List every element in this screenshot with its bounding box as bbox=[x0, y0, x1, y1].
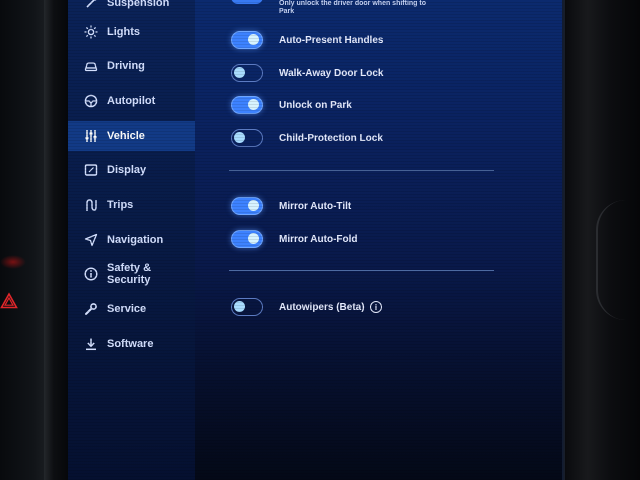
setting-label: Walk-Away Door Lock bbox=[279, 67, 384, 79]
sidebar-item-label-line1: Safety & bbox=[107, 262, 152, 274]
vehicle-settings-panel: Only unlock the driver door when shiftin… bbox=[195, 0, 562, 480]
route-icon bbox=[83, 197, 99, 213]
sliders-icon bbox=[83, 128, 99, 144]
sidebar-item-label: Driving bbox=[107, 60, 145, 72]
hazard-icon[interactable] bbox=[0, 292, 18, 310]
sidebar-item-label-line2: Security bbox=[107, 274, 151, 286]
sidebar-item-navigation[interactable]: Navigation bbox=[68, 225, 195, 255]
sidebar-item-display[interactable]: Display bbox=[68, 155, 195, 185]
setting-label: Unlock on Park bbox=[279, 99, 352, 111]
info-icon[interactable]: i bbox=[370, 301, 382, 313]
settings-sidebar: Suspension Lights Driving Autopilot Vehi bbox=[68, 0, 195, 480]
red-indicator-glow bbox=[0, 255, 26, 269]
sidebar-item-label: Safety & Security bbox=[107, 262, 151, 286]
display-icon bbox=[83, 162, 99, 178]
info-circle-icon bbox=[83, 266, 99, 282]
wrench-icon bbox=[83, 301, 99, 317]
setting-label: Auto-Present Handles bbox=[279, 34, 384, 46]
screen-frame-left bbox=[44, 0, 68, 480]
setting-autowipers: Autowipers (Beta) i bbox=[231, 296, 382, 318]
unlock-on-park-toggle[interactable] bbox=[231, 96, 263, 114]
sun-icon bbox=[83, 24, 99, 40]
sidebar-item-software[interactable]: Software bbox=[68, 329, 195, 359]
sidebar-item-safety-security[interactable]: Safety & Security bbox=[68, 257, 195, 291]
suspension-icon bbox=[83, 0, 99, 11]
dashboard-vent-curve bbox=[596, 200, 640, 320]
sidebar-item-service[interactable]: Service bbox=[68, 294, 195, 324]
sidebar-item-label: Service bbox=[107, 303, 147, 315]
section-divider bbox=[229, 170, 494, 171]
setting-child-protection-lock: Child-Protection Lock bbox=[231, 127, 383, 149]
sidebar-item-vehicle[interactable]: Vehicle bbox=[68, 121, 195, 151]
setting-mirror-auto-tilt: Mirror Auto-Tilt bbox=[231, 195, 351, 217]
top-setting-description: Only unlock the driver door when shiftin… bbox=[279, 0, 427, 15]
sidebar-item-driving[interactable]: Driving bbox=[68, 51, 195, 81]
walk-away-door-lock-toggle[interactable] bbox=[231, 64, 263, 82]
sidebar-item-label: Autopilot bbox=[107, 95, 156, 107]
touchscreen: Suspension Lights Driving Autopilot Vehi bbox=[68, 0, 562, 480]
sidebar-item-label: Software bbox=[107, 338, 154, 350]
sidebar-item-label: Suspension bbox=[107, 0, 170, 9]
download-icon bbox=[83, 336, 99, 352]
sidebar-item-autopilot[interactable]: Autopilot bbox=[68, 86, 195, 116]
setting-mirror-auto-fold: Mirror Auto-Fold bbox=[231, 228, 358, 250]
setting-unlock-on-park: Unlock on Park bbox=[231, 94, 352, 116]
setting-auto-present-handles: Auto-Present Handles bbox=[231, 29, 383, 51]
auto-present-handles-toggle[interactable] bbox=[231, 31, 263, 49]
setting-label: Mirror Auto-Fold bbox=[279, 233, 358, 245]
sidebar-item-label: Lights bbox=[107, 26, 140, 38]
dashboard-bezel-left bbox=[0, 0, 48, 480]
autowipers-toggle[interactable] bbox=[231, 298, 263, 316]
sidebar-item-label: Navigation bbox=[107, 234, 164, 246]
setting-label: Mirror Auto-Tilt bbox=[279, 200, 352, 212]
child-protection-lock-toggle[interactable] bbox=[231, 129, 263, 147]
setting-label: Child-Protection Lock bbox=[279, 132, 383, 144]
sidebar-item-trips[interactable]: Trips bbox=[68, 190, 195, 220]
car-icon bbox=[83, 58, 99, 74]
setting-label: Autowipers (Beta) bbox=[279, 301, 365, 313]
sidebar-item-suspension[interactable]: Suspension bbox=[68, 0, 195, 18]
sidebar-item-lights[interactable]: Lights bbox=[68, 17, 195, 47]
sidebar-item-label: Display bbox=[107, 164, 147, 176]
navigation-arrow-icon bbox=[83, 232, 99, 248]
mirror-auto-tilt-toggle[interactable] bbox=[231, 197, 263, 215]
section-divider bbox=[229, 270, 494, 271]
sidebar-item-label: Vehicle bbox=[107, 130, 145, 142]
steering-wheel-icon bbox=[83, 93, 99, 109]
toggle-partial-top[interactable] bbox=[231, 0, 263, 4]
mirror-auto-fold-toggle[interactable] bbox=[231, 230, 263, 248]
sidebar-item-label: Trips bbox=[107, 199, 134, 211]
setting-walk-away-door-lock: Walk-Away Door Lock bbox=[231, 62, 383, 84]
